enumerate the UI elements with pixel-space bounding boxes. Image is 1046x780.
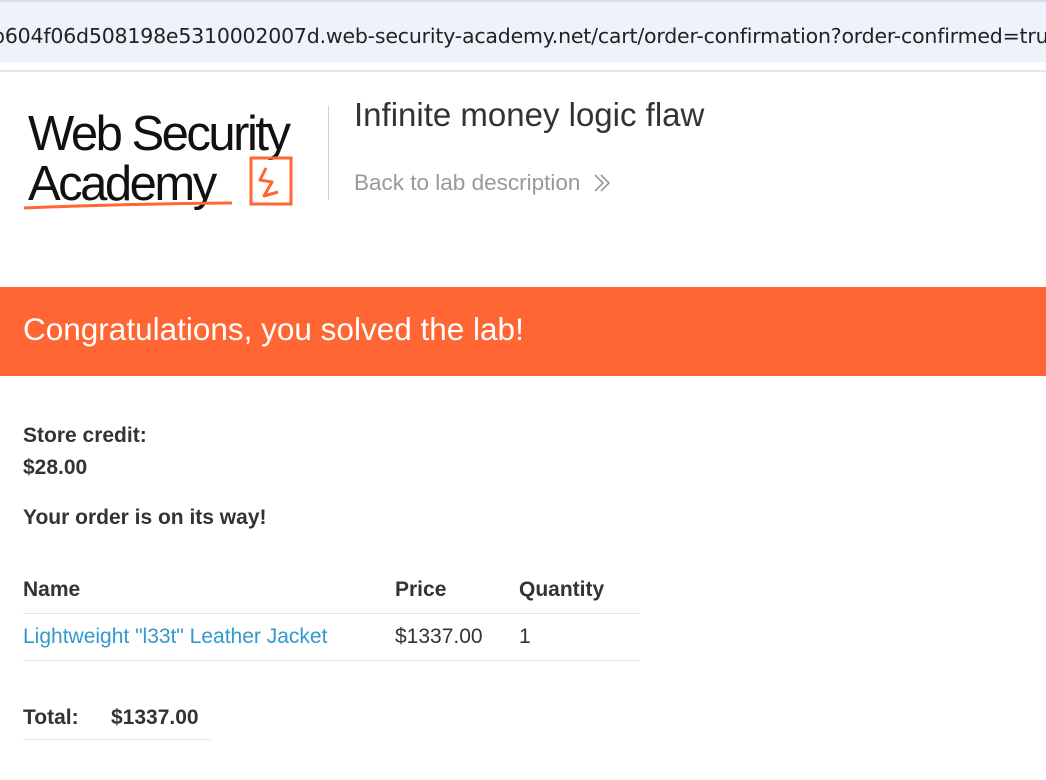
logo-separator bbox=[328, 106, 329, 200]
table-header-row: Name Price Quantity bbox=[23, 568, 640, 614]
total-value: $1337.00 bbox=[111, 697, 211, 740]
address-bar-url[interactable]: b604f06d508198e5310002007d.web-security-… bbox=[0, 24, 1046, 48]
item-price: $1337.00 bbox=[395, 613, 519, 661]
column-header-name: Name bbox=[23, 568, 395, 614]
product-link[interactable]: Lightweight "l33t" Leather Jacket bbox=[23, 625, 327, 648]
lab-title: Infinite money logic flaw bbox=[354, 96, 705, 133]
total-row: Total: $1337.00 bbox=[23, 697, 211, 740]
table-row: Lightweight "l33t" Leather Jacket $1337.… bbox=[23, 613, 640, 661]
lab-solved-banner: Congratulations, you solved the lab! bbox=[0, 287, 1046, 376]
column-header-quantity: Quantity bbox=[519, 568, 640, 614]
item-name-cell: Lightweight "l33t" Leather Jacket bbox=[23, 613, 395, 661]
back-to-lab-description-link[interactable]: Back to lab description bbox=[354, 170, 612, 196]
academy-logo[interactable]: Web Security Academy bbox=[22, 100, 332, 215]
web-security-academy-logo: Web Security Academy bbox=[23, 107, 294, 211]
order-confirmation-message: Your order is on its way! bbox=[23, 506, 267, 529]
total-label: Total: bbox=[23, 697, 111, 740]
address-bar[interactable]: b604f06d508198e5310002007d.web-security-… bbox=[0, 0, 1046, 62]
order-items-table: Name Price Quantity Lightweight "l33t" L… bbox=[23, 568, 640, 661]
column-header-price: Price bbox=[395, 568, 519, 614]
double-chevron-right-icon bbox=[594, 174, 611, 192]
store-credit-value: $28.00 bbox=[23, 456, 88, 479]
item-quantity: 1 bbox=[519, 613, 640, 661]
top-divider bbox=[0, 70, 1046, 72]
store-credit-label: Store credit: bbox=[23, 424, 147, 447]
order-total-table: Total: $1337.00 bbox=[23, 697, 211, 740]
lab-solved-message: Congratulations, you solved the lab! bbox=[23, 311, 524, 347]
back-link-label: Back to lab description bbox=[354, 170, 581, 195]
svg-text:Web Security: Web Security bbox=[28, 107, 291, 161]
